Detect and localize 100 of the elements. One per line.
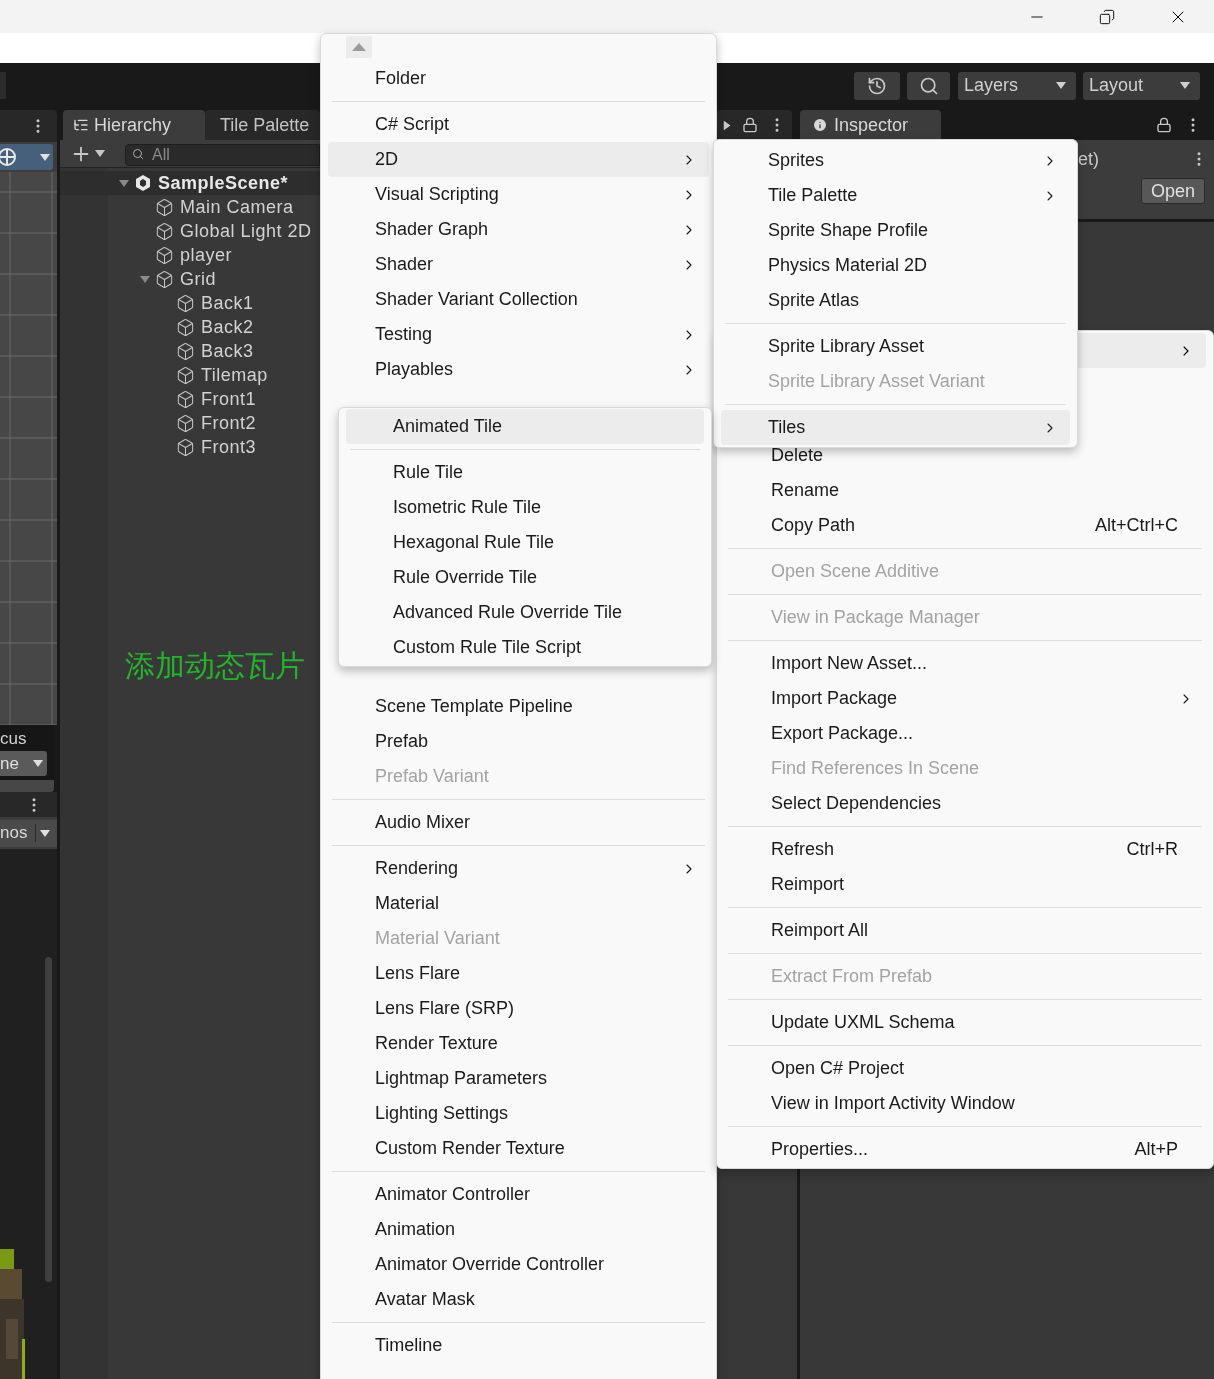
shortcut-label: Ctrl+R (1126, 838, 1178, 861)
cube-icon (176, 389, 195, 409)
menu-item[interactable]: Update UXML Schema (724, 1005, 1206, 1040)
panel-tab[interactable]: Tile Palette (205, 110, 320, 140)
menu-item[interactable]: Sprite Shape Profile (721, 213, 1070, 248)
cube-icon (176, 413, 195, 433)
restore-icon[interactable] (1099, 8, 1115, 25)
menu-item[interactable]: Open C# Project (724, 1051, 1206, 1086)
dropdown-arrow-icon (1180, 82, 1190, 89)
menu-item[interactable]: Avatar Mask (328, 1282, 709, 1317)
annotation-text: 添加动态瓦片 (125, 648, 306, 684)
menu-item[interactable]: Lens Flare (328, 956, 709, 991)
view-tool-button[interactable] (0, 144, 53, 170)
dropdown-arrow-icon (1056, 82, 1066, 89)
menu-item[interactable]: Rule Override Tile (346, 560, 704, 595)
overlay-dropdown[interactable]: ne (0, 751, 47, 776)
menu-item[interactable]: Animation (328, 1212, 709, 1247)
menu-item[interactable]: Refresh Ctrl+R (724, 832, 1206, 867)
dropdown-arrow-icon (95, 150, 105, 157)
menu-item[interactable]: Prefab (328, 724, 709, 759)
shortcut-label: Alt+Ctrl+C (1094, 514, 1178, 537)
menu-item[interactable]: Animator Controller (328, 1177, 709, 1212)
menu-item[interactable]: Audio Mixer (328, 805, 709, 840)
menu-item[interactable]: Rename (724, 473, 1206, 508)
cube-icon (155, 269, 174, 289)
menu-item[interactable]: Export Package... (724, 716, 1206, 751)
search-icon (132, 147, 144, 160)
menu-item[interactable]: Render Texture (328, 1026, 709, 1061)
scene-icon (134, 174, 152, 192)
menu-item[interactable]: Folder (328, 61, 709, 96)
menu-item[interactable]: Isometric Rule Tile (346, 490, 704, 525)
menu-item[interactable]: Import Package (724, 681, 1206, 716)
menu-item[interactable]: Reimport (724, 867, 1206, 902)
cube-icon (155, 245, 174, 265)
menu-item[interactable]: Import New Asset... (724, 646, 1206, 681)
menu-item[interactable]: Sprite Library Asset (721, 329, 1070, 364)
menu-item[interactable]: Tiles (721, 410, 1070, 445)
menu-item[interactable]: Lighting Settings (328, 1096, 709, 1131)
search-field[interactable]: All (125, 143, 320, 166)
menu-item[interactable]: Animator Override Controller (328, 1247, 709, 1282)
menu-item[interactable]: Reimport All (724, 913, 1206, 948)
menu-item[interactable]: Custom Render Texture (328, 1131, 709, 1166)
shortcut-label: Alt+P (1134, 1138, 1178, 1161)
menu-item[interactable]: Testing (328, 317, 709, 352)
globe-icon (0, 146, 18, 168)
menu-item[interactable]: Shader (328, 247, 709, 282)
menu-item[interactable]: Timeline (328, 1328, 709, 1363)
menu-item[interactable]: Playables (328, 352, 709, 387)
menu-item[interactable]: Visual Scripting (328, 177, 709, 212)
panel-tab[interactable]: Hierarchy (63, 110, 205, 140)
menu-item[interactable]: Hexagonal Rule Tile (346, 525, 704, 560)
cube-icon (176, 437, 195, 457)
gizmos-dropdown[interactable]: nos (0, 819, 57, 847)
layout-dropdown[interactable]: Layout (1083, 71, 1200, 100)
search-icon (918, 75, 939, 96)
menu-item[interactable]: Shader Variant Collection (328, 282, 709, 317)
overlay-label: cus (0, 729, 28, 749)
lock-icon[interactable] (1156, 117, 1172, 133)
menu-item[interactable]: C# Script (328, 107, 709, 142)
menu-item[interactable]: Select Dependencies (724, 786, 1206, 821)
cube-icon (176, 293, 195, 313)
cube-icon (176, 317, 195, 337)
menu-item[interactable]: 2D (328, 142, 709, 177)
menu-item[interactable]: Sprites (721, 143, 1070, 178)
menu-item[interactable]: Material (328, 886, 709, 921)
menu-item[interactable]: Lens Flare (SRP) (328, 991, 709, 1026)
inspector-title: et) (1078, 147, 1100, 171)
layers-dropdown[interactable]: Layers (958, 71, 1076, 100)
search-button[interactable] (907, 71, 950, 100)
lock-icon[interactable] (742, 117, 758, 133)
dropdown-arrow-icon (33, 760, 43, 767)
menu-item[interactable]: Properties... Alt+P (724, 1132, 1206, 1167)
menu-item[interactable]: Physics Material 2D (721, 248, 1070, 283)
list-icon (73, 117, 89, 133)
menu-item[interactable]: View in Import Activity Window (724, 1086, 1206, 1121)
info-icon (812, 117, 828, 133)
cube-icon (176, 341, 195, 361)
menu-item[interactable]: Custom Rule Tile Script (346, 630, 704, 665)
cube-icon (176, 365, 195, 385)
menu-item[interactable]: Advanced Rule Override Tile (346, 595, 704, 630)
expanded-triangle-icon[interactable] (119, 179, 129, 187)
scrollbar[interactable] (45, 957, 52, 1282)
open-button[interactable]: Open (1140, 178, 1205, 204)
menu-item[interactable]: Copy Path Alt+Ctrl+C (724, 508, 1206, 543)
menu-item[interactable]: Rule Tile (346, 455, 704, 490)
up-triangle-icon (352, 43, 366, 51)
menu-item[interactable]: Tile Palette (721, 178, 1070, 213)
menu-item[interactable]: Shader Graph (328, 212, 709, 247)
history-icon (867, 75, 887, 96)
dropdown-arrow-icon (40, 153, 50, 161)
inspector-tab[interactable]: Inspector (800, 110, 941, 140)
menu-item[interactable]: Scene Template Pipeline (328, 689, 709, 724)
menu-item[interactable]: Rendering (328, 851, 709, 886)
history-button[interactable] (854, 71, 900, 100)
menu-item[interactable]: Animated Tile (346, 409, 704, 444)
menu-item[interactable]: Sprite Atlas (721, 283, 1070, 318)
cube-icon (155, 221, 174, 241)
menu-item[interactable]: Lightmap Parameters (328, 1061, 709, 1096)
expanded-triangle-icon[interactable] (140, 275, 150, 283)
dropdown-arrow-icon (40, 829, 51, 837)
